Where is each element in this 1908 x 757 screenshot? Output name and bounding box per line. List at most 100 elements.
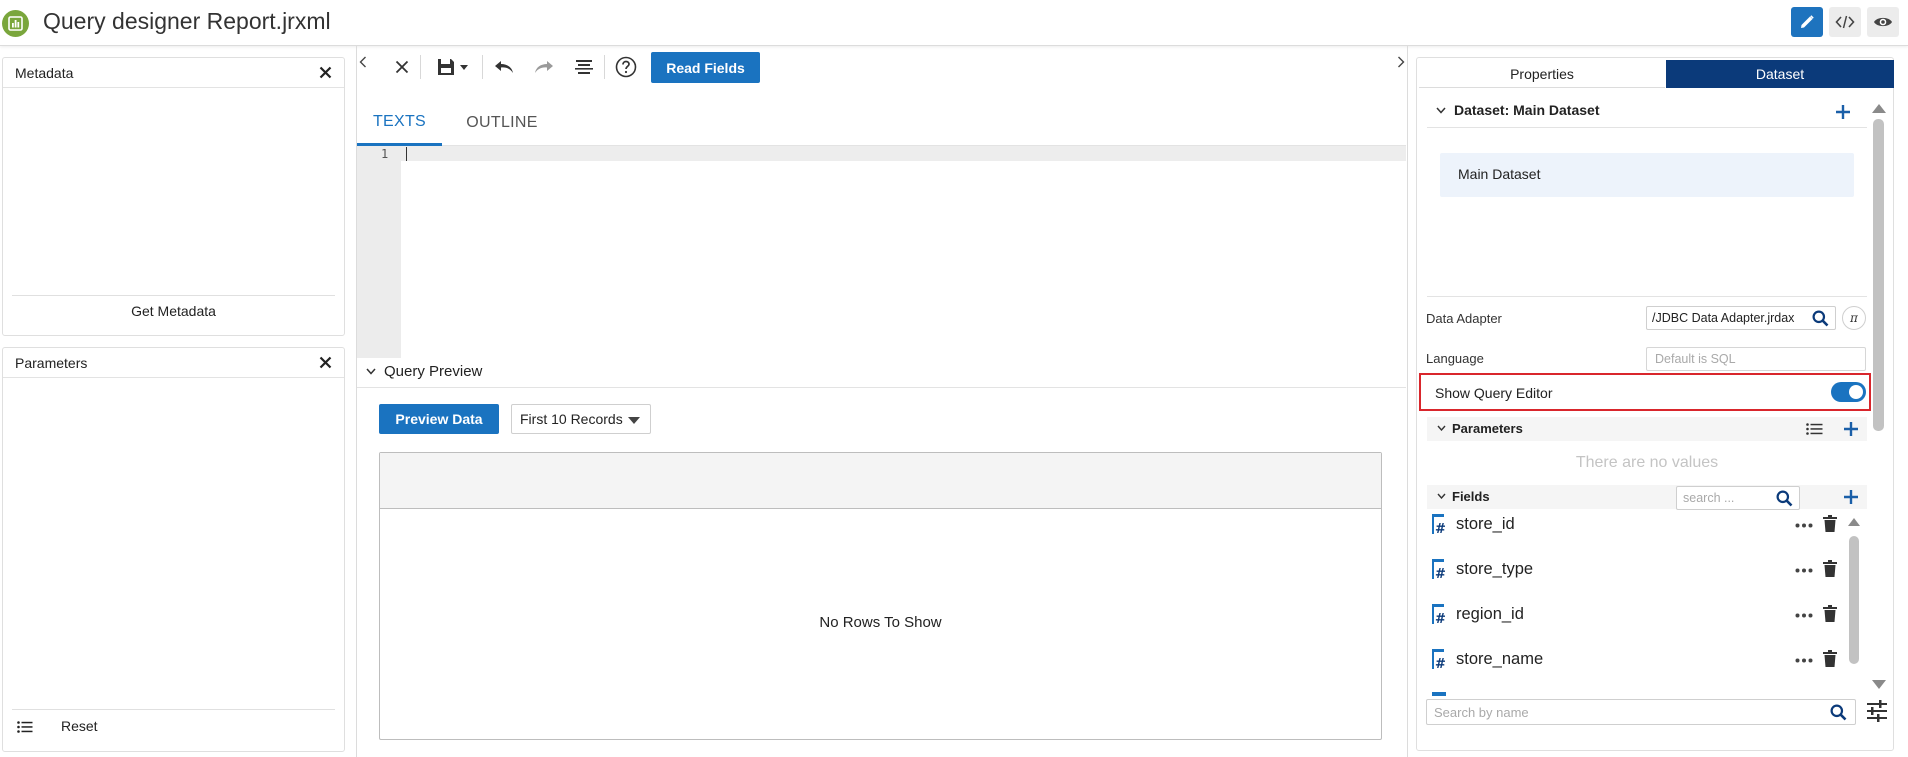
- fields-search-placeholder: search ...: [1683, 491, 1735, 505]
- metadata-panel-header: Metadata: [3, 58, 344, 88]
- field-name: store_type: [1456, 560, 1534, 578]
- dataset-list-item[interactable]: Main Dataset: [1440, 153, 1854, 197]
- code-view-button[interactable]: [1829, 7, 1861, 37]
- search-by-name-placeholder: Search by name: [1434, 705, 1529, 720]
- list-view-button[interactable]: [17, 721, 33, 733]
- toggle-knob: [1849, 385, 1863, 399]
- records-select-value: First 10 Records: [520, 411, 623, 427]
- filter-settings-button[interactable]: [1866, 700, 1888, 722]
- close-icon: [395, 60, 409, 74]
- eye-icon: [1874, 17, 1892, 27]
- more-options-icon: [1795, 613, 1813, 618]
- data-adapter-field[interactable]: /JDBC Data Adapter.jrdax: [1646, 306, 1836, 330]
- save-menu-button[interactable]: [431, 50, 473, 84]
- list-icon: [1806, 423, 1823, 435]
- search-icon: [1776, 490, 1793, 507]
- field-row[interactable]: # region_id: [1430, 602, 1837, 632]
- tab-texts[interactable]: TEXTS: [357, 100, 442, 146]
- collapse-left-button[interactable]: [356, 52, 370, 72]
- preview-button[interactable]: [1867, 7, 1899, 37]
- divider: [12, 709, 335, 710]
- plus-icon: [1844, 422, 1858, 436]
- panel-divider: [1407, 46, 1408, 757]
- close-icon: [319, 66, 332, 79]
- tab-outline[interactable]: OUTLINE: [447, 100, 557, 146]
- metadata-panel-title: Metadata: [15, 65, 74, 81]
- dataset-name: Main Dataset: [1458, 166, 1541, 182]
- tab-dataset[interactable]: Dataset: [1666, 60, 1894, 88]
- page-title: Query designer Report.jrxml: [43, 8, 331, 34]
- add-parameter-button[interactable]: [1843, 421, 1859, 437]
- language-input[interactable]: Default is SQL: [1646, 347, 1866, 371]
- expression-button[interactable]: π: [1842, 306, 1866, 330]
- field-name: store_id: [1456, 515, 1515, 533]
- field-name: region_id: [1456, 605, 1524, 623]
- parameters-section-title: Parameters: [1452, 421, 1523, 436]
- format-align-icon: [575, 60, 593, 74]
- tab-properties[interactable]: Properties: [1419, 60, 1665, 88]
- save-icon: [437, 59, 454, 75]
- parameters-panel: Parameters Reset: [2, 347, 345, 752]
- language-placeholder: Default is SQL: [1655, 352, 1736, 366]
- svg-text:#: #: [1435, 567, 1446, 581]
- records-select[interactable]: First 10 Records: [511, 404, 651, 434]
- edit-mode-button[interactable]: [1791, 7, 1823, 37]
- fields-scroll-up-button[interactable]: [1848, 518, 1860, 526]
- line-gutter: 1: [357, 146, 401, 358]
- chevron-down-icon: [1436, 107, 1446, 114]
- field-name: store_name: [1456, 650, 1544, 668]
- reset-button[interactable]: Reset: [61, 718, 98, 734]
- text-cursor: [406, 147, 407, 161]
- redo-button[interactable]: [530, 50, 558, 84]
- metadata-panel: Metadata Get Metadata: [2, 57, 345, 336]
- report-logo-icon: [2, 10, 29, 37]
- add-dataset-button[interactable]: [1835, 104, 1851, 120]
- help-icon: [615, 56, 637, 78]
- fields-search-input[interactable]: search ...: [1676, 486, 1800, 510]
- parameters-section-header[interactable]: Parameters: [1427, 417, 1867, 441]
- dataset-section-header[interactable]: Dataset: Main Dataset: [1427, 98, 1867, 128]
- show-query-editor-toggle[interactable]: [1831, 382, 1866, 402]
- panel-scroll-down-button[interactable]: [1872, 680, 1886, 689]
- chevron-left-icon: [359, 56, 366, 68]
- close-parameters-button[interactable]: [319, 356, 332, 369]
- trash-icon: [1823, 560, 1837, 577]
- svg-text:#: #: [1435, 657, 1446, 671]
- close-query-button[interactable]: [390, 50, 414, 84]
- fields-section-header[interactable]: Fields: [1427, 485, 1867, 509]
- format-button[interactable]: [570, 50, 598, 84]
- help-button[interactable]: [612, 50, 640, 84]
- plus-icon: [1844, 490, 1858, 504]
- preview-data-button[interactable]: Preview Data: [379, 404, 499, 434]
- panel-scrollbar-thumb[interactable]: [1873, 119, 1884, 431]
- panel-scroll-up-button[interactable]: [1872, 104, 1886, 113]
- chevron-right-icon: [1398, 56, 1405, 68]
- chevron-down-icon: [1437, 493, 1446, 499]
- dataset-section-title: Dataset: Main Dataset: [1454, 102, 1600, 118]
- fields-section-title: Fields: [1452, 489, 1490, 504]
- show-query-editor-label: Show Query Editor: [1435, 385, 1553, 401]
- toolbar-separator: [420, 55, 421, 79]
- more-options-icon: [1795, 523, 1813, 528]
- query-preview-header[interactable]: Query Preview: [357, 360, 1406, 388]
- numeric-field-icon: #: [1432, 559, 1446, 581]
- code-icon: [1835, 15, 1855, 29]
- search-by-name-input[interactable]: Search by name: [1426, 699, 1856, 725]
- read-fields-button[interactable]: Read Fields: [651, 52, 760, 83]
- undo-button[interactable]: [490, 50, 518, 84]
- collapse-right-button[interactable]: [1394, 52, 1408, 72]
- list-icon: [17, 721, 33, 733]
- close-metadata-button[interactable]: [319, 66, 332, 79]
- field-row[interactable]: # store_type: [1430, 557, 1837, 587]
- triangle-down-icon: [1872, 680, 1886, 689]
- field-row[interactable]: # store_id: [1430, 512, 1837, 542]
- query-editor[interactable]: 1: [357, 146, 1406, 358]
- line-number: 1: [381, 147, 389, 161]
- field-row[interactable]: # store_name: [1430, 647, 1837, 677]
- add-field-button[interactable]: [1843, 489, 1859, 505]
- parameters-list-button[interactable]: [1806, 423, 1823, 435]
- parameters-empty-message: There are no values: [1575, 454, 1719, 471]
- get-metadata-button[interactable]: Get Metadata: [3, 303, 344, 319]
- divider: [1427, 296, 1867, 297]
- fields-scrollbar-thumb[interactable]: [1849, 536, 1859, 664]
